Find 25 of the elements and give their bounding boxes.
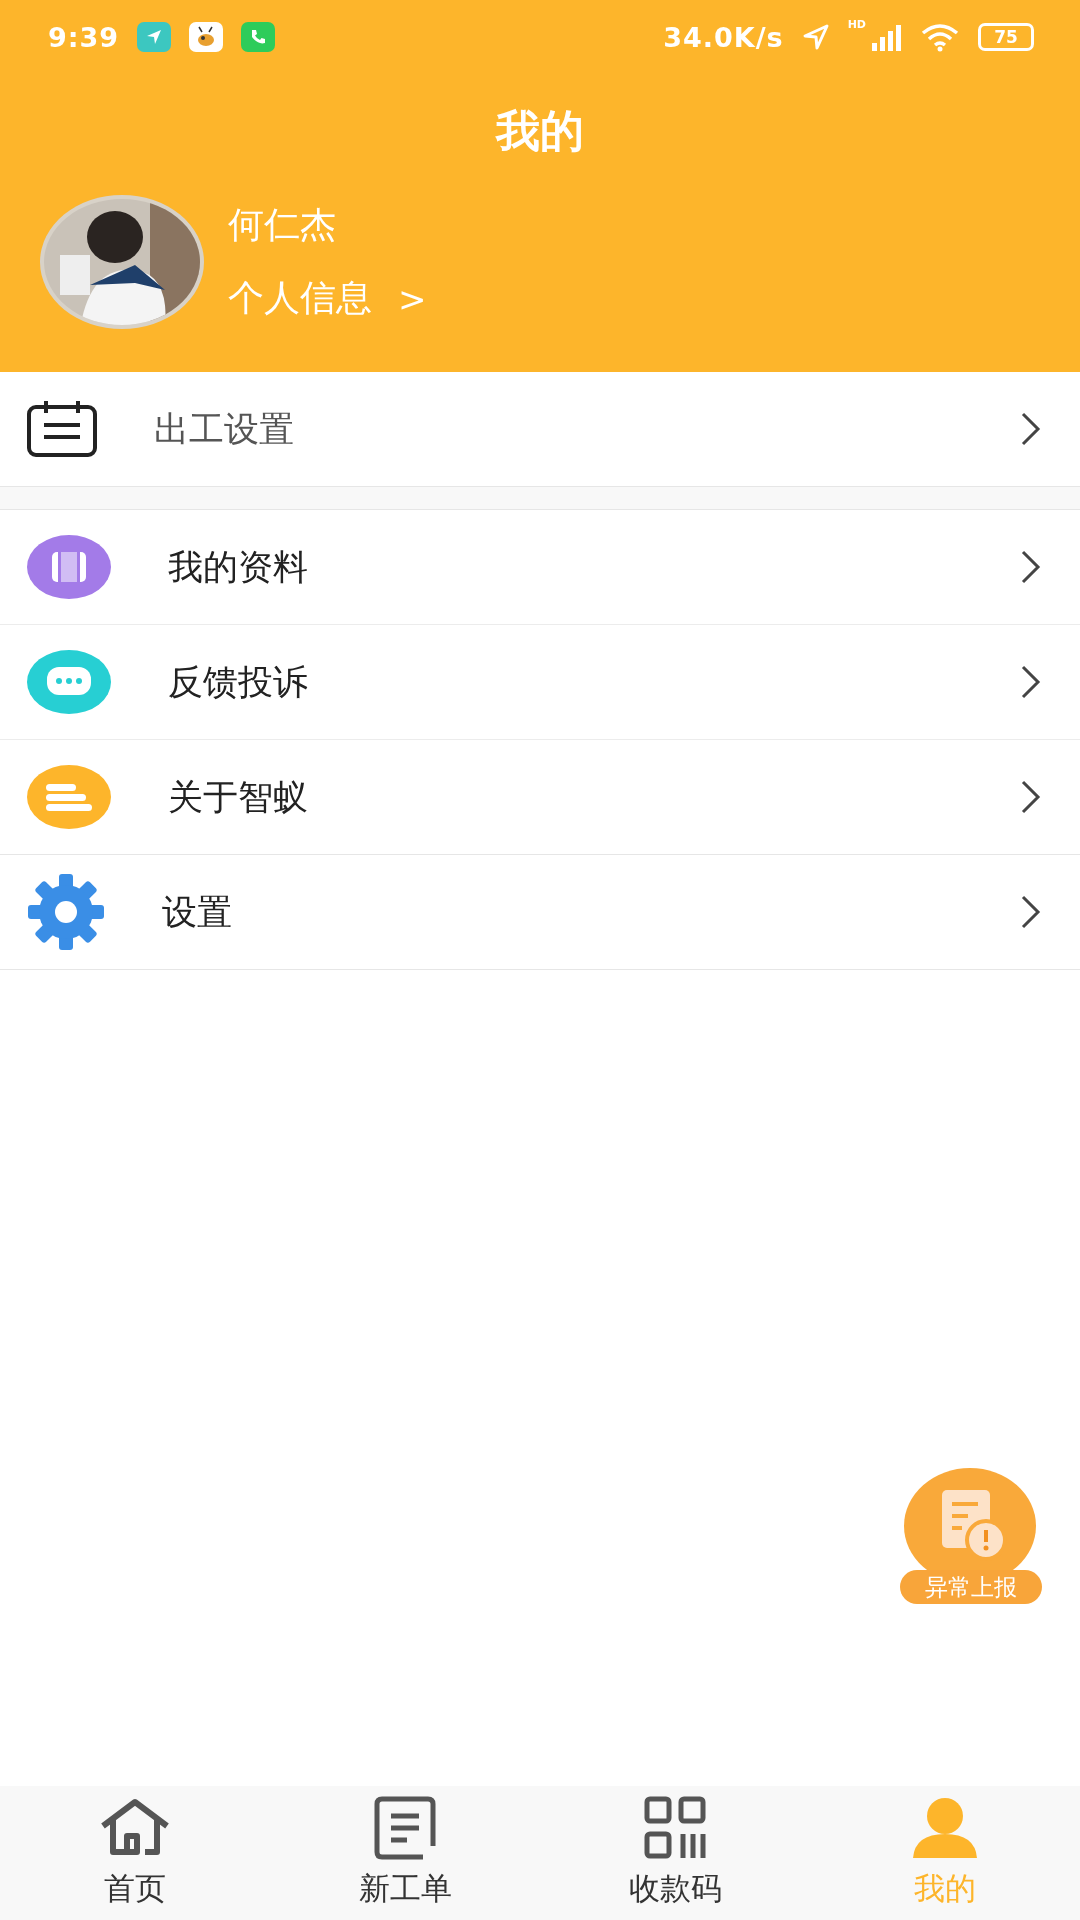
wifi-icon	[920, 22, 960, 52]
nav-tab[interactable]: 首页	[104, 1868, 166, 1910]
location-arrow-icon	[801, 23, 830, 51]
settings-icon	[26, 872, 106, 952]
info-lines-icon	[26, 764, 112, 830]
user-name: 何仁杰	[228, 203, 337, 247]
signal-icon	[872, 23, 902, 51]
phone-app-icon	[241, 22, 276, 52]
page-title: 我的	[494, 104, 585, 158]
menu-item[interactable]: 反馈投诉	[0, 624, 1080, 739]
hd-tag: HD	[847, 18, 866, 31]
menu-item[interactable]: 关于智蚁	[0, 739, 1080, 854]
ant-app-icon	[189, 22, 224, 52]
menu-item[interactable]: 出工设置	[0, 372, 1080, 486]
nav-tab[interactable]: 新工单	[358, 1868, 452, 1910]
network-speed: 34.0K/s	[663, 21, 784, 53]
menu-item[interactable]: 我的资料	[0, 510, 1080, 624]
status-time: 9:39	[48, 21, 120, 53]
location-app-icon	[137, 22, 172, 52]
battery-indicator: 75	[978, 23, 1034, 51]
nav-tab[interactable]: 收款码	[628, 1868, 722, 1910]
menu-item[interactable]: 设置	[0, 855, 1080, 969]
profile-card-icon	[26, 534, 112, 600]
calendar-icon	[26, 399, 98, 459]
chat-bubble-icon	[26, 649, 112, 715]
